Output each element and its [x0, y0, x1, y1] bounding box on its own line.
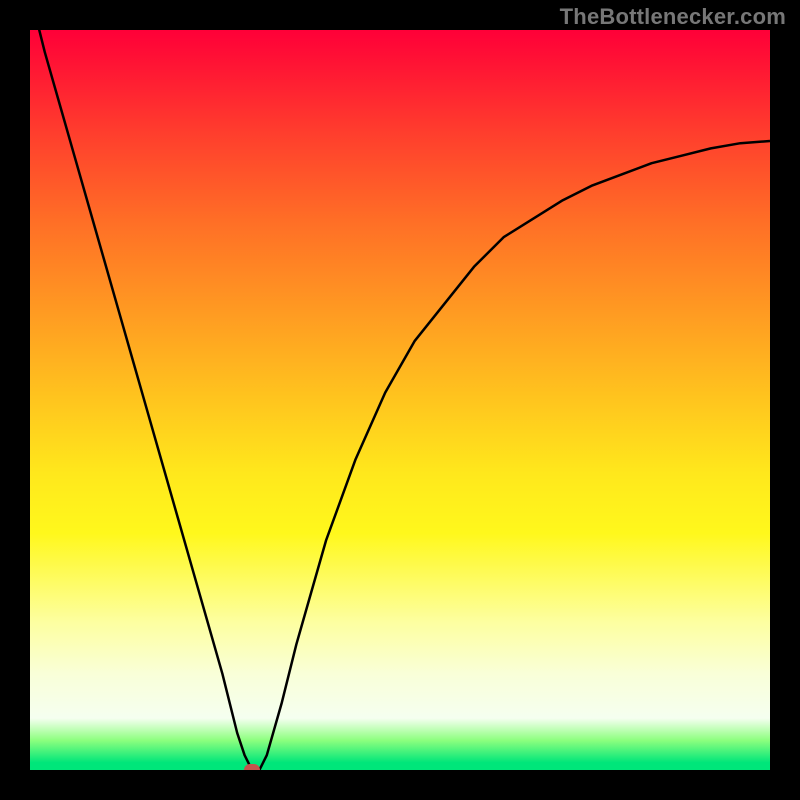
chart-frame: TheBottlenecker.com	[0, 0, 800, 800]
bottleneck-curve	[30, 30, 770, 770]
plot-area	[30, 30, 770, 770]
optimal-point-marker	[244, 764, 260, 770]
watermark-text: TheBottlenecker.com	[560, 4, 786, 30]
